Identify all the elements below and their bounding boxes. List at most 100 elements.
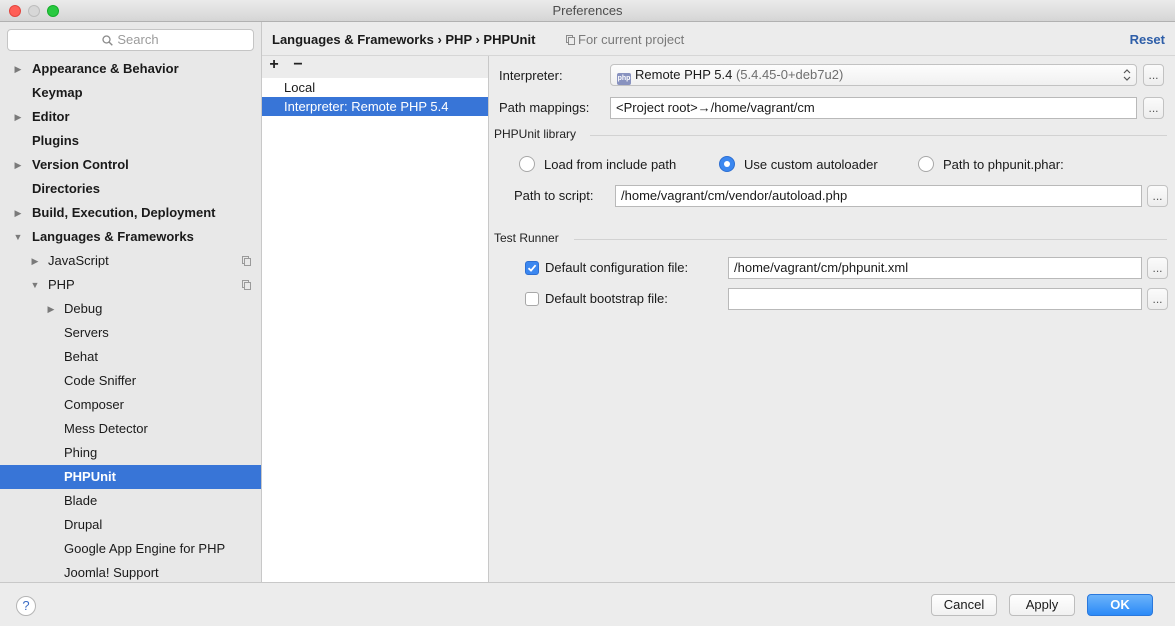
sidebar-item-keymap[interactable]: Keymap (0, 81, 261, 105)
collapse-arrow-icon[interactable]: ▼ (13, 225, 23, 249)
help-button[interactable]: ? (16, 596, 36, 616)
sidebar-item-google-app-engine[interactable]: Google App Engine for PHP (0, 537, 261, 561)
expand-arrow-icon[interactable]: ▶ (13, 153, 23, 177)
path-mappings-browse-button[interactable]: ... (1143, 97, 1164, 119)
default-config-checkbox[interactable] (525, 261, 539, 275)
settings-header: Languages & Frameworks › PHP › PHPUnit F… (262, 22, 1175, 56)
expand-arrow-icon[interactable]: ▶ (46, 297, 56, 321)
sidebar-item-plugins[interactable]: Plugins (0, 129, 261, 153)
sidebar-item-label: Joomla! Support (64, 565, 159, 580)
sidebar-item-label: Servers (64, 325, 109, 340)
default-bootstrap-field[interactable] (728, 288, 1142, 310)
sidebar-item-label: Drupal (64, 517, 103, 532)
sidebar-item-behat[interactable]: Behat (0, 345, 261, 369)
sidebar-item-label: JavaScript (48, 253, 109, 268)
close-window-button[interactable] (9, 5, 21, 17)
radio-phar-label[interactable]: Path to phpunit.phar: (943, 157, 1064, 172)
settings-main-panel: Languages & Frameworks › PHP › PHPUnit F… (262, 22, 1175, 582)
interpreter-list-pane: + − Local Interpreter: Remote PHP 5.4 (262, 56, 489, 582)
interpreter-item-remote[interactable]: Interpreter: Remote PHP 5.4 (262, 97, 488, 116)
sidebar-item-label: Languages & Frameworks (32, 229, 194, 244)
zoom-window-button[interactable] (47, 5, 59, 17)
sidebar-item-label: Directories (32, 181, 100, 196)
interpreter-toolbar: + − (262, 56, 488, 78)
ok-button[interactable]: OK (1087, 594, 1153, 616)
settings-tree: ▶ Appearance & Behavior Keymap ▶ Editor … (0, 57, 261, 582)
path-to-script-browse-button[interactable]: ... (1147, 185, 1168, 207)
sidebar-item-languages-frameworks[interactable]: ▼ Languages & Frameworks (0, 225, 261, 249)
sidebar-item-label: Plugins (32, 133, 79, 148)
minimize-window-button[interactable] (28, 5, 40, 17)
interpreter-browse-button[interactable]: ... (1143, 64, 1164, 86)
sidebar-item-version-control[interactable]: ▶ Version Control (0, 153, 261, 177)
scope-label: For current project (578, 32, 685, 47)
sidebar-item-build-execution-deployment[interactable]: ▶ Build, Execution, Deployment (0, 201, 261, 225)
apply-button[interactable]: Apply (1009, 594, 1075, 616)
default-config-browse-button[interactable]: ... (1147, 257, 1168, 279)
search-icon (102, 35, 114, 46)
sidebar-item-label: Version Control (32, 157, 129, 172)
sidebar-item-label: Appearance & Behavior (32, 61, 179, 76)
sidebar-item-php[interactable]: ▼ PHP (0, 273, 261, 297)
phpunit-library-section: PHPUnit library (494, 127, 1167, 143)
sidebar-item-drupal[interactable]: Drupal (0, 513, 261, 537)
radio-include-path-label[interactable]: Load from include path (544, 157, 676, 172)
title-bar: Preferences (0, 0, 1175, 22)
section-divider (574, 239, 1167, 240)
test-runner-section: Test Runner (494, 231, 1167, 247)
sidebar-item-directories[interactable]: Directories (0, 177, 261, 201)
sidebar-item-composer[interactable]: Composer (0, 393, 261, 417)
project-scope-icon (242, 256, 251, 266)
search-placeholder: Search (117, 32, 159, 47)
sidebar-item-phpunit[interactable]: PHPUnit (0, 465, 261, 489)
default-bootstrap-browse-button[interactable]: ... (1147, 288, 1168, 310)
default-bootstrap-label[interactable]: Default bootstrap file: (545, 291, 668, 306)
add-interpreter-button[interactable]: + (266, 56, 282, 76)
collapse-arrow-icon[interactable]: ▼ (30, 273, 40, 297)
sidebar-item-phing[interactable]: Phing (0, 441, 261, 465)
sidebar-item-servers[interactable]: Servers (0, 321, 261, 345)
sidebar-item-label: PHP (48, 277, 75, 292)
cancel-button[interactable]: Cancel (931, 594, 997, 616)
project-scope-icon (566, 35, 575, 45)
sidebar-item-label: Build, Execution, Deployment (32, 205, 216, 220)
sidebar-item-appearance-behavior[interactable]: ▶ Appearance & Behavior (0, 57, 261, 81)
search-input[interactable]: Search (7, 29, 254, 51)
expand-arrow-icon[interactable]: ▶ (30, 249, 40, 273)
radio-phar[interactable] (918, 156, 934, 172)
interpreter-detail: (5.4.45-0+deb7u2) (735, 67, 844, 82)
default-config-label[interactable]: Default configuration file: (545, 260, 688, 275)
interpreter-value: Remote PHP 5.4 (635, 67, 733, 82)
path-mappings-label: Path mappings: (499, 100, 590, 115)
sidebar-item-code-sniffer[interactable]: Code Sniffer (0, 369, 261, 393)
interpreter-item-local[interactable]: Local (262, 78, 488, 97)
sidebar-item-mess-detector[interactable]: Mess Detector (0, 417, 261, 441)
sidebar-item-label: Behat (64, 349, 98, 364)
expand-arrow-icon[interactable]: ▶ (13, 105, 23, 129)
default-bootstrap-checkbox[interactable] (525, 292, 539, 306)
reset-link[interactable]: Reset (1130, 32, 1165, 47)
sidebar-item-joomla[interactable]: Joomla! Support (0, 561, 261, 582)
radio-custom-autoloader[interactable] (719, 156, 735, 172)
radio-include-path[interactable] (519, 156, 535, 172)
radio-custom-autoloader-label[interactable]: Use custom autoloader (744, 157, 878, 172)
path-to-script-label: Path to script: (514, 188, 594, 203)
dialog-button-bar: ? Cancel Apply OK (0, 582, 1175, 626)
sidebar-item-label: Keymap (32, 85, 83, 100)
project-scope-icon (242, 280, 251, 290)
sidebar-item-editor[interactable]: ▶ Editor (0, 105, 261, 129)
expand-arrow-icon[interactable]: ▶ (13, 57, 23, 81)
sidebar-item-blade[interactable]: Blade (0, 489, 261, 513)
sidebar-item-debug[interactable]: ▶ Debug (0, 297, 261, 321)
sidebar-item-javascript[interactable]: ▶ JavaScript (0, 249, 261, 273)
sidebar-item-label: Debug (64, 301, 103, 316)
path-mappings-field[interactable]: <Project root>→/home/vagrant/cm (610, 97, 1137, 119)
expand-arrow-icon[interactable]: ▶ (13, 201, 23, 225)
remove-interpreter-button[interactable]: − (290, 56, 306, 76)
window-title: Preferences (552, 3, 623, 18)
path-to-script-field[interactable]: /home/vagrant/cm/vendor/autoload.php (615, 185, 1142, 207)
interpreter-select[interactable]: php Remote PHP 5.4 (5.4.45-0+deb7u2) (610, 64, 1137, 86)
sidebar-item-label: Blade (64, 493, 98, 508)
chevron-updown-icon (1123, 69, 1131, 81)
default-config-field[interactable]: /home/vagrant/cm/phpunit.xml (728, 257, 1142, 279)
